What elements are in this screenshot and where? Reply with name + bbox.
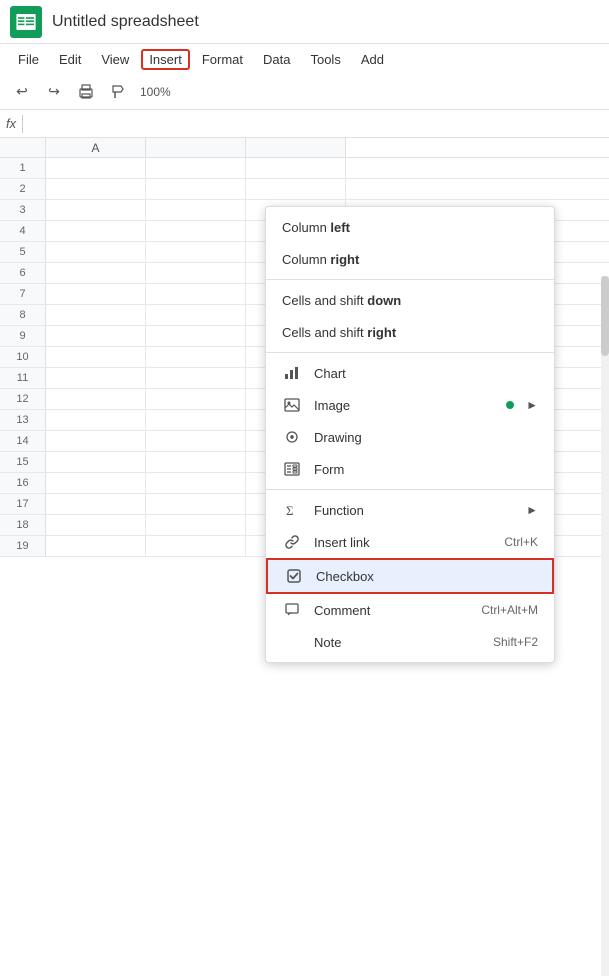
menu-item-insert-link[interactable]: Insert link Ctrl+K xyxy=(266,526,554,558)
menu-item-insert-link-label: Insert link xyxy=(314,535,492,550)
print-icon xyxy=(78,84,94,100)
menu-file[interactable]: File xyxy=(10,49,47,70)
print-button[interactable] xyxy=(72,78,100,106)
menu-item-chart[interactable]: Chart xyxy=(266,357,554,389)
menu-bar: File Edit View Insert Format Data Tools … xyxy=(0,44,609,74)
formula-label: fx xyxy=(6,116,16,131)
formula-bar: fx xyxy=(0,110,609,138)
menu-item-column-left-label: Column left xyxy=(282,220,538,235)
menu-item-cells-shift-right[interactable]: Cells and shift right xyxy=(266,316,554,348)
insert-link-shortcut: Ctrl+K xyxy=(504,535,538,549)
col-header-c xyxy=(246,138,346,157)
scrollbar-thumb[interactable] xyxy=(601,276,609,356)
redo-button[interactable]: ↪ xyxy=(40,78,68,106)
menu-item-checkbox[interactable]: Checkbox xyxy=(266,558,554,594)
menu-item-note[interactable]: Note Shift+F2 xyxy=(266,626,554,658)
comment-icon xyxy=(282,600,302,620)
note-shortcut: Shift+F2 xyxy=(493,635,538,649)
divider-1 xyxy=(266,279,554,280)
note-icon xyxy=(282,632,302,652)
menu-item-comment-label: Comment xyxy=(314,603,469,618)
divider-3 xyxy=(266,489,554,490)
formula-divider xyxy=(22,115,23,133)
menu-item-cells-shift-down-label: Cells and shift down xyxy=(282,293,538,308)
image-new-dot xyxy=(506,401,514,409)
app-icon xyxy=(10,6,42,38)
chart-icon xyxy=(282,363,302,383)
undo-button[interactable]: ↩ xyxy=(8,78,36,106)
toolbar: ↩ ↪ 100% xyxy=(0,74,609,110)
divider-2 xyxy=(266,352,554,353)
menu-item-function-label: Function xyxy=(314,503,514,518)
svg-text:Σ: Σ xyxy=(286,503,294,518)
menu-tools[interactable]: Tools xyxy=(302,49,348,70)
menu-item-chart-label: Chart xyxy=(314,366,538,381)
image-icon xyxy=(282,395,302,415)
link-icon xyxy=(282,532,302,552)
form-icon xyxy=(282,459,302,479)
menu-item-function[interactable]: Σ Function ► xyxy=(266,494,554,526)
menu-add[interactable]: Add xyxy=(353,49,392,70)
menu-view[interactable]: View xyxy=(93,49,137,70)
menu-item-form[interactable]: Form xyxy=(266,453,554,485)
top-bar: Untitled spreadsheet xyxy=(0,0,609,44)
comment-shortcut: Ctrl+Alt+M xyxy=(481,603,538,617)
spreadsheet: A 1 2 3 4 5 6 7 8 9 10 11 12 13 14 15 16… xyxy=(0,138,609,557)
menu-item-note-label: Note xyxy=(314,635,481,650)
paint-format-icon xyxy=(110,84,126,100)
menu-item-checkbox-label: Checkbox xyxy=(316,569,536,584)
menu-data[interactable]: Data xyxy=(255,49,298,70)
column-headers: A xyxy=(0,138,609,158)
drawing-icon xyxy=(282,427,302,447)
menu-item-form-label: Form xyxy=(314,462,538,477)
table-row: 1 xyxy=(0,158,609,179)
menu-item-image-label: Image xyxy=(314,398,494,413)
menu-format[interactable]: Format xyxy=(194,49,251,70)
menu-item-drawing-label: Drawing xyxy=(314,430,538,445)
row-num-header xyxy=(0,138,46,157)
image-submenu-arrow: ► xyxy=(526,398,538,412)
zoom-level[interactable]: 100% xyxy=(136,85,175,99)
menu-item-drawing[interactable]: Drawing xyxy=(266,421,554,453)
insert-dropdown-menu: Column left Column right Cells and shift… xyxy=(265,206,555,663)
menu-item-column-left[interactable]: Column left xyxy=(266,211,554,243)
menu-item-comment[interactable]: Comment Ctrl+Alt+M xyxy=(266,594,554,626)
col-header-a: A xyxy=(46,138,146,157)
menu-edit[interactable]: Edit xyxy=(51,49,89,70)
table-row: 2 xyxy=(0,179,609,200)
menu-insert[interactable]: Insert xyxy=(141,49,190,70)
checkbox-icon xyxy=(284,566,304,586)
paint-format-button[interactable] xyxy=(104,78,132,106)
menu-item-cells-shift-down[interactable]: Cells and shift down xyxy=(266,284,554,316)
function-submenu-arrow: ► xyxy=(526,503,538,517)
menu-item-image[interactable]: Image ► xyxy=(266,389,554,421)
vertical-scrollbar[interactable] xyxy=(601,276,609,976)
menu-item-column-right[interactable]: Column right xyxy=(266,243,554,275)
menu-item-column-right-label: Column right xyxy=(282,252,538,267)
col-header-b xyxy=(146,138,246,157)
menu-item-cells-shift-right-label: Cells and shift right xyxy=(282,325,538,340)
function-icon: Σ xyxy=(282,500,302,520)
app-title: Untitled spreadsheet xyxy=(52,13,199,31)
